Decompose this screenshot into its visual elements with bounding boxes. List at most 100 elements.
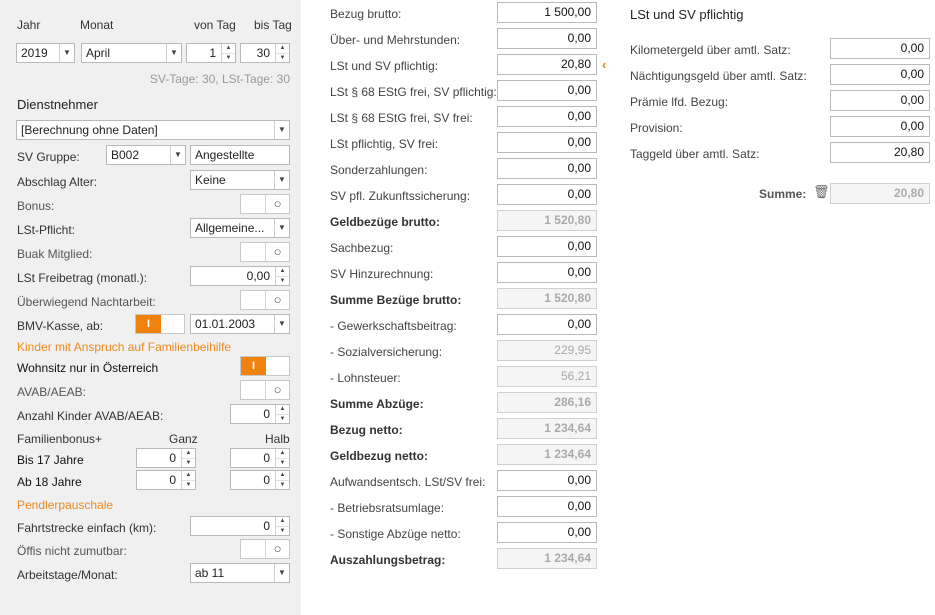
bis17-halb-stepper[interactable]: 0 ▲ ▼	[230, 448, 290, 468]
calc-row-label: Sachbezug:	[330, 241, 394, 255]
chevron-left-icon[interactable]: ‹	[602, 57, 606, 72]
ab18-halb-value: 0	[263, 473, 270, 487]
calc-row-value: 229,95	[497, 340, 597, 361]
nachtarbeit-label: Überwiegend Nachtarbeit:	[17, 295, 156, 309]
calc-row-value: 1 234,64	[497, 444, 597, 465]
monat-select[interactable]: April ▼	[81, 43, 182, 63]
anzahl-kinder-label: Anzahl Kinder AVAB/AEAB:	[17, 409, 164, 423]
lst-pflicht-select[interactable]: Allgemeine... ▼	[190, 218, 290, 238]
spin-down-icon[interactable]: ▼	[182, 480, 195, 489]
calc-row-label: SV Hinzurechnung:	[330, 267, 434, 281]
bmv-date-picker[interactable]: 01.01.2003 ▼	[190, 314, 290, 334]
toggle-off-icon: ○	[265, 381, 289, 399]
calc-row-value[interactable]: 0,00	[497, 28, 597, 49]
spin-up-icon[interactable]: ▲	[276, 471, 289, 480]
spin-down-icon[interactable]: ▼	[276, 53, 289, 62]
sv-gruppe-text: Angestellte	[190, 145, 290, 165]
calc-row-value[interactable]: 0,00	[497, 80, 597, 101]
abschlag-alter-value: Keine	[195, 173, 226, 187]
abschlag-alter-label: Abschlag Alter:	[17, 175, 98, 189]
arbeitstage-select[interactable]: ab 11 ▼	[190, 563, 290, 583]
chevron-down-icon: ▼	[274, 121, 289, 139]
chevron-down-icon: ▼	[274, 171, 289, 189]
calc-row-label: SV pfl. Zukunftssicherung:	[330, 189, 471, 203]
spin-up-icon[interactable]: ▲	[182, 471, 195, 480]
bis17-ganz-stepper[interactable]: 0 ▲ ▼	[136, 448, 196, 468]
anzahl-kinder-stepper[interactable]: 0 ▲ ▼	[230, 404, 290, 424]
sv-gruppe-select[interactable]: B002 ▼	[106, 145, 186, 165]
spin-down-icon[interactable]: ▼	[182, 458, 195, 467]
wohnsitz-toggle[interactable]: I	[240, 356, 290, 376]
anzahl-kinder-value: 0	[263, 407, 270, 421]
bonus-toggle[interactable]: ○	[240, 194, 290, 214]
detail-row-label: Taggeld über amtl. Satz:	[630, 147, 760, 161]
avab-toggle[interactable]: ○	[240, 380, 290, 400]
calc-row-value[interactable]: 0,00	[497, 132, 597, 153]
calc-row-label: Bezug netto:	[330, 423, 403, 437]
spin-down-icon[interactable]: ▼	[276, 458, 289, 467]
spin-down-icon[interactable]: ▼	[276, 414, 289, 423]
berechnung-select[interactable]: [Berechnung ohne Daten] ▼	[16, 120, 290, 140]
detail-row-value[interactable]: 0,00	[830, 116, 930, 137]
buak-toggle[interactable]: ○	[240, 242, 290, 262]
von-tag-stepper[interactable]: 1 ▲ ▼	[186, 43, 236, 63]
calc-row-value[interactable]: 0,00	[497, 158, 597, 179]
ab18-ganz-stepper[interactable]: 0 ▲ ▼	[136, 470, 196, 490]
detail-row-label: Provision:	[630, 121, 683, 135]
von-tag-label: von Tag	[194, 18, 236, 32]
detail-row-value[interactable]: 0,00	[830, 90, 930, 111]
toggle-on-indicator: I	[136, 315, 161, 333]
detail-row-value[interactable]: 0,00	[830, 64, 930, 85]
bmv-toggle[interactable]: I	[135, 314, 185, 334]
jahr-select[interactable]: 2019 ▼	[16, 43, 75, 63]
calc-row-label: Sonderzahlungen:	[330, 163, 428, 177]
spin-down-icon[interactable]: ▼	[276, 480, 289, 489]
spin-up-icon[interactable]: ▲	[276, 517, 289, 526]
lst-freibetrag-stepper[interactable]: 0,00 ▲ ▼	[190, 266, 290, 286]
calc-row-value: 1 234,64	[497, 548, 597, 569]
calc-row-value[interactable]: 0,00	[497, 496, 597, 517]
calc-row-value[interactable]: 0,00	[497, 236, 597, 257]
pendler-heading: Pendlerpauschale	[17, 498, 114, 512]
calc-row-value[interactable]: 0,00	[497, 106, 597, 127]
jahr-label: Jahr	[17, 18, 41, 32]
detail-row-value[interactable]: 0,00	[830, 38, 930, 59]
buak-label: Buak Mitglied:	[17, 247, 93, 261]
trash-icon[interactable]: 🗑	[813, 184, 830, 200]
calc-row-value[interactable]: 1 500,00	[497, 2, 597, 23]
calc-row-label: Über- und Mehrstunden:	[330, 33, 461, 47]
spin-down-icon[interactable]: ▼	[222, 53, 235, 62]
calc-row-label: Summe Bezüge brutto:	[330, 293, 462, 307]
bis-tag-value: 30	[256, 46, 270, 60]
bonus-label: Bonus:	[17, 199, 55, 213]
calc-row-value[interactable]: 0,00	[497, 262, 597, 283]
spin-up-icon[interactable]: ▲	[276, 449, 289, 458]
spin-up-icon[interactable]: ▲	[182, 449, 195, 458]
detail-heading: LSt und SV pflichtig	[630, 7, 744, 22]
oeffis-toggle[interactable]: ○	[240, 539, 290, 559]
chevron-down-icon: ▼	[274, 564, 289, 582]
bis-tag-stepper[interactable]: 30 ▲ ▼	[240, 43, 290, 63]
calc-row-label: Summe Abzüge:	[330, 397, 424, 411]
toggle-off-icon: ○	[265, 243, 289, 261]
fahrtstrecke-stepper[interactable]: 0 ▲ ▼	[190, 516, 290, 536]
nachtarbeit-toggle[interactable]: ○	[240, 290, 290, 310]
spin-up-icon[interactable]: ▲	[276, 44, 289, 53]
spin-up-icon[interactable]: ▲	[276, 267, 289, 276]
calc-row-value[interactable]: 20,80	[497, 54, 597, 75]
calc-row-value[interactable]: 0,00	[497, 184, 597, 205]
detail-row-value[interactable]: 20,80	[830, 142, 930, 163]
sv-gruppe-code: B002	[111, 148, 140, 162]
spin-down-icon[interactable]: ▼	[276, 526, 289, 535]
calc-row-value[interactable]: 0,00	[497, 314, 597, 335]
bis17-halb-value: 0	[263, 451, 270, 465]
calc-row-value[interactable]: 0,00	[497, 522, 597, 543]
abschlag-alter-select[interactable]: Keine ▼	[190, 170, 290, 190]
spin-down-icon[interactable]: ▼	[276, 276, 289, 285]
spin-up-icon[interactable]: ▲	[276, 405, 289, 414]
spin-up-icon[interactable]: ▲	[222, 44, 235, 53]
calc-row-label: - Lohnsteuer:	[330, 371, 401, 385]
calc-row-label: LSt pflichtig, SV frei:	[330, 137, 439, 151]
calc-row-value[interactable]: 0,00	[497, 470, 597, 491]
ab18-halb-stepper[interactable]: 0 ▲ ▼	[230, 470, 290, 490]
